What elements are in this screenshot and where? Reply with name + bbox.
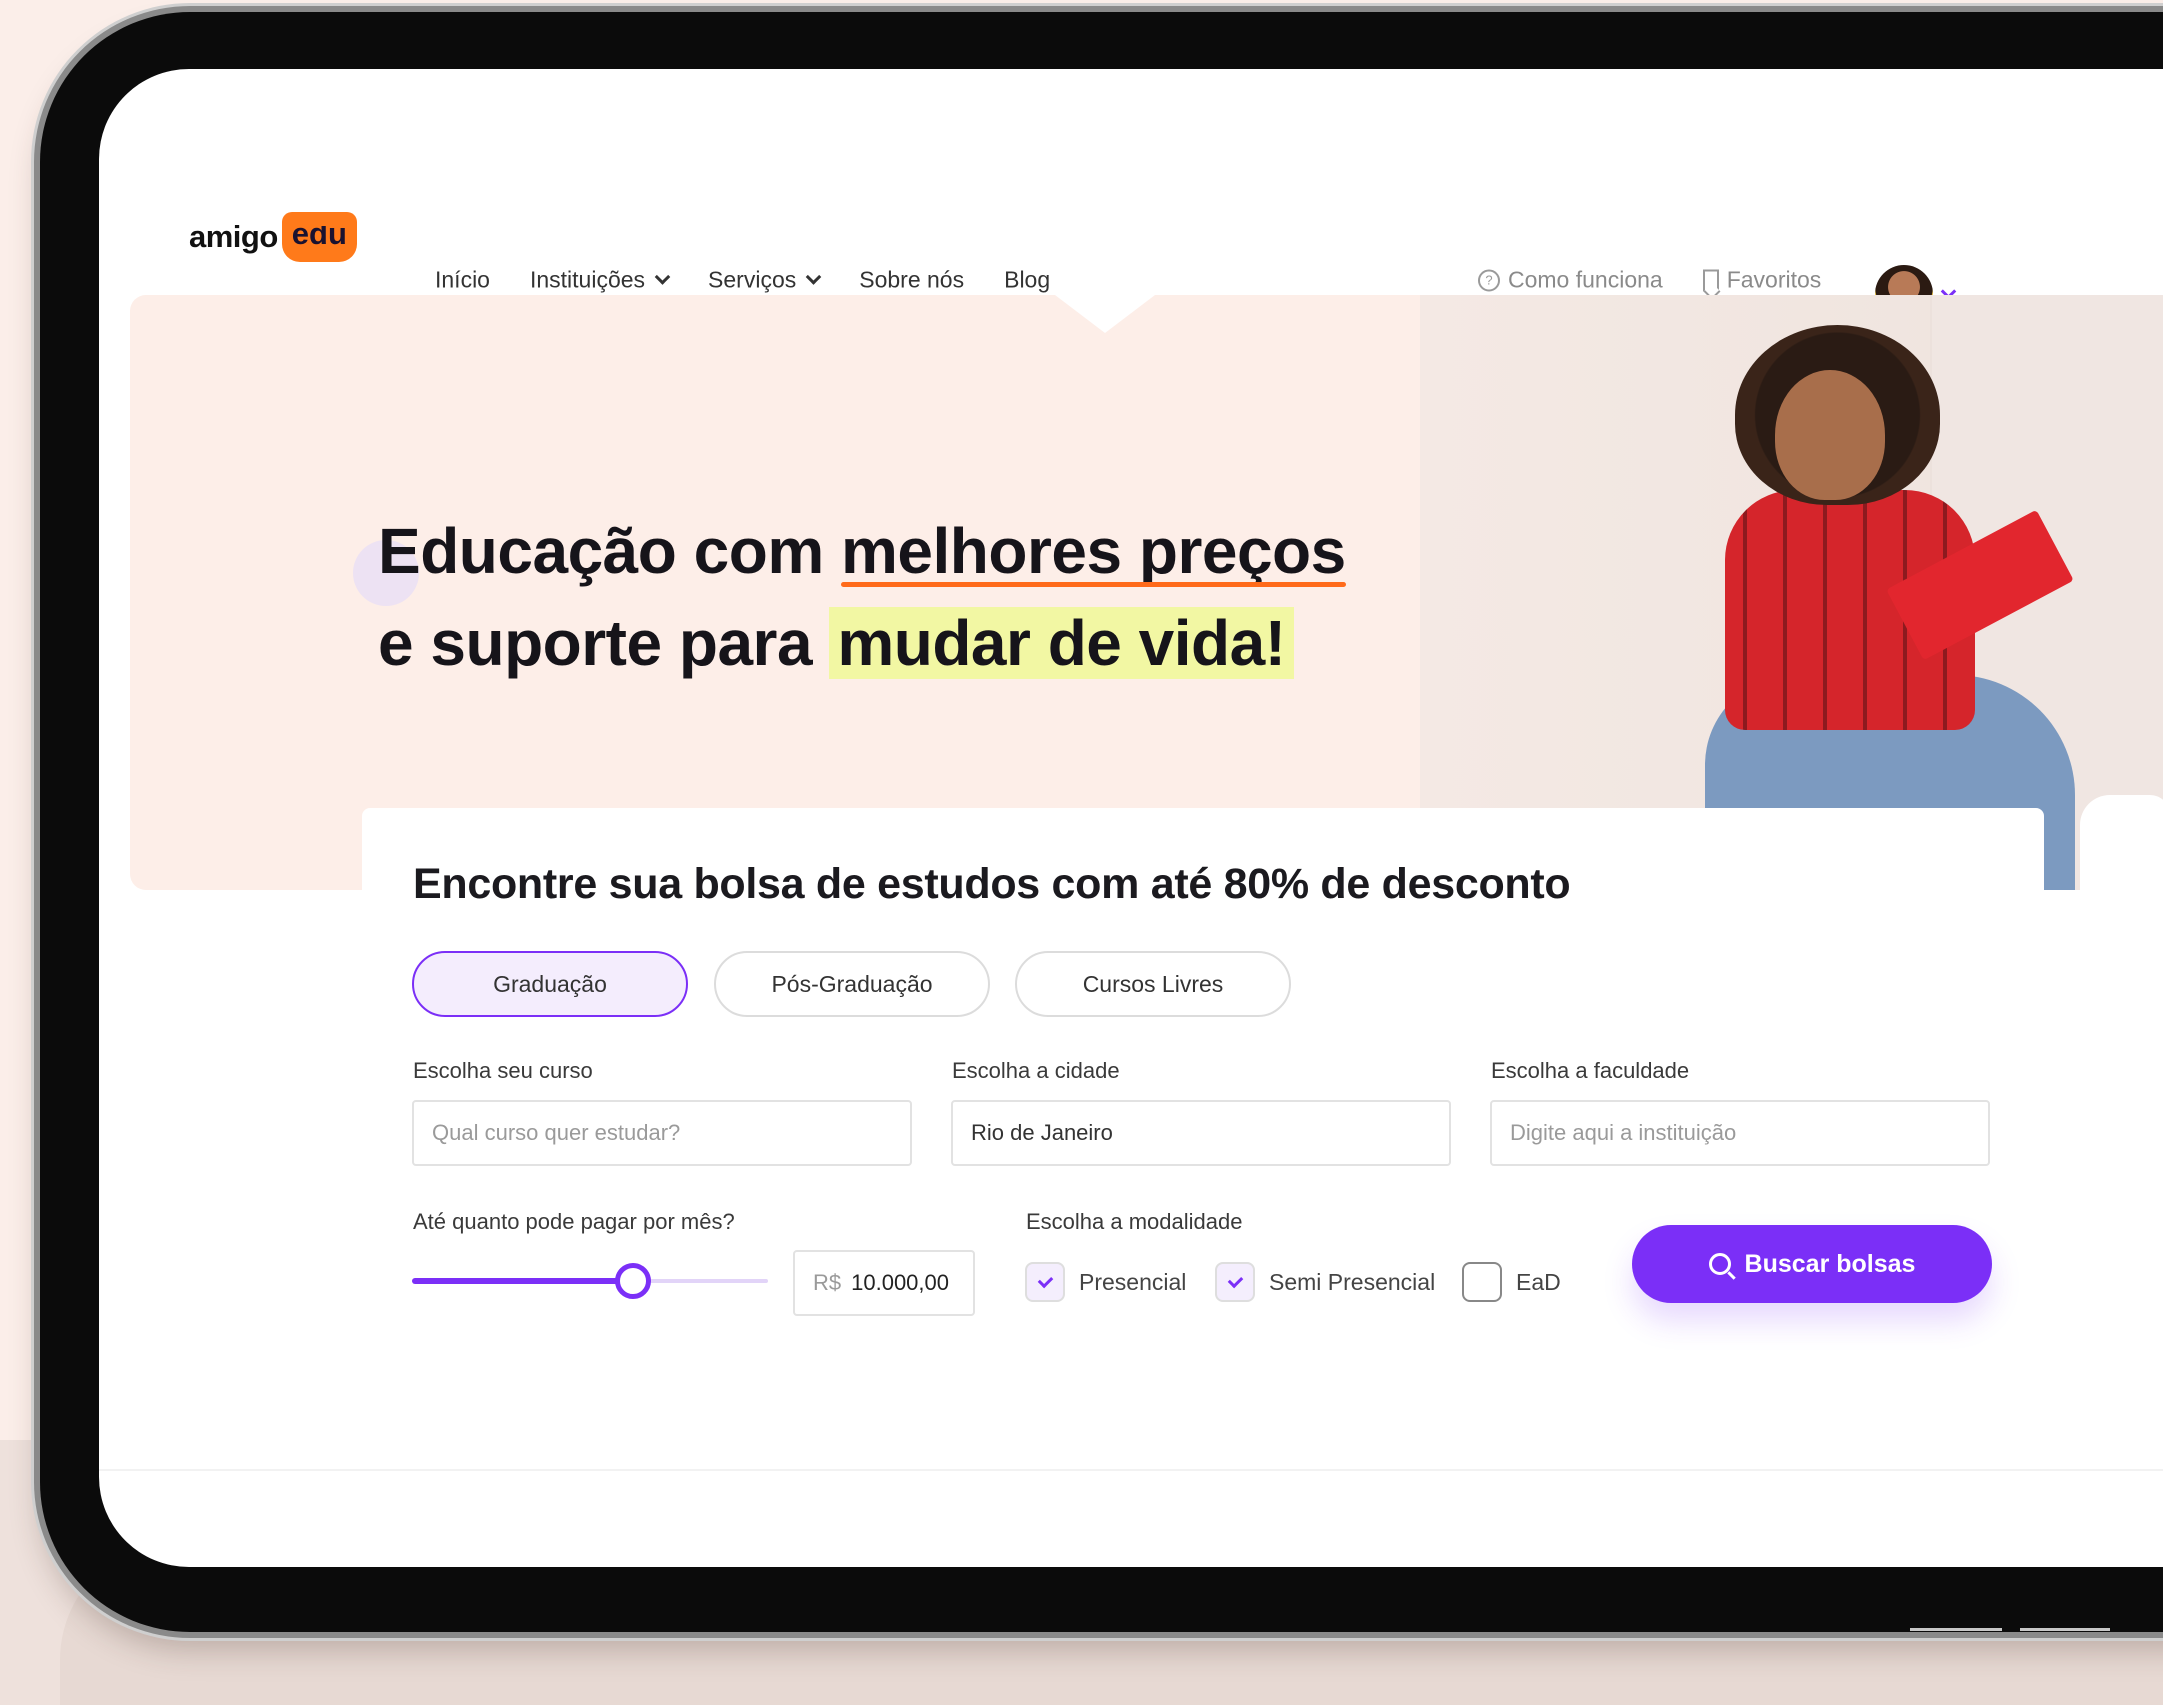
hero-headline: Educação com melhores preços e suporte p… xyxy=(378,505,1346,689)
chevron-down-icon xyxy=(805,269,822,285)
nav-indicator-notch xyxy=(1055,295,1155,333)
device-edge-mark xyxy=(1910,1628,2002,1631)
tab-cursos-livres[interactable]: Cursos Livres xyxy=(1015,951,1291,1017)
nav-instituicoes[interactable]: Instituições xyxy=(529,266,671,294)
nav-servicos[interactable]: Serviços xyxy=(708,266,822,294)
college-input[interactable] xyxy=(1490,1100,1990,1166)
nav-label: Início xyxy=(435,266,490,293)
modality-option-label: EaD xyxy=(1516,1268,1561,1295)
info-icon: ? xyxy=(1478,269,1500,291)
city-input[interactable] xyxy=(951,1100,1451,1166)
hero-photo-student xyxy=(1420,295,2163,890)
nav-sobre-nos[interactable]: Sobre nós xyxy=(859,267,964,294)
price-value: 10.000,00 xyxy=(851,1270,949,1295)
headline-text: Educação com xyxy=(378,515,841,587)
nav-label: Blog xyxy=(1004,266,1051,293)
search-icon xyxy=(1708,1253,1731,1275)
headline-line-1: Educação com melhores preços xyxy=(378,505,1346,597)
headline-text: e suporte para xyxy=(378,607,830,679)
city-label: Escolha a cidade xyxy=(952,1058,1120,1083)
modality-semi-presencial[interactable]: Semi Presencial xyxy=(1215,1262,1435,1302)
nav-label: Sobre nós xyxy=(859,266,965,293)
college-label: Escolha a faculdade xyxy=(1491,1058,1690,1083)
favorites-label: Favoritos xyxy=(1726,266,1822,293)
favorites-link[interactable]: Favoritos xyxy=(1702,266,1822,294)
price-label: Até quanto pode pagar por mês? xyxy=(413,1209,735,1234)
search-scholarships-button[interactable]: Buscar bolsas xyxy=(1632,1225,1992,1303)
course-label: Escolha seu curso xyxy=(413,1058,593,1083)
checkbox-checked[interactable] xyxy=(1215,1262,1255,1302)
headline-line-2: e suporte para mudar de vida! xyxy=(378,597,1346,689)
nav-inicio[interactable]: Início xyxy=(435,267,490,294)
currency-symbol: R$ xyxy=(813,1270,842,1295)
slider-handle[interactable] xyxy=(614,1263,651,1299)
search-button-label: Buscar bolsas xyxy=(1744,1249,1916,1278)
price-slider[interactable] xyxy=(412,1263,768,1299)
how-it-works-label: Como funciona xyxy=(1508,266,1663,293)
screen-footer-divider xyxy=(99,1469,2163,1567)
headline-highlighted: mudar de vida! xyxy=(829,607,1294,679)
logo-text-amigo: amigo xyxy=(189,219,278,254)
device-edge-mark xyxy=(2020,1628,2110,1631)
bookmark-icon xyxy=(1702,269,1719,291)
photo-face xyxy=(1775,370,1885,500)
amigo-edu-logo[interactable]: amigo edu xyxy=(189,207,357,267)
modality-label: Escolha a modalidade xyxy=(1026,1209,1243,1234)
how-it-works-link[interactable]: ? Como funciona xyxy=(1478,267,1663,294)
modality-option-label: Presencial xyxy=(1079,1268,1187,1295)
tab-pos-graduacao[interactable]: Pós-Graduação xyxy=(714,951,990,1017)
modality-presencial[interactable]: Presencial xyxy=(1025,1262,1186,1302)
main-nav: Início Instituições Serviços Sobre nós B… xyxy=(435,267,1050,294)
photo-sneaker xyxy=(2080,795,2163,890)
search-card-title: Encontre sua bolsa de estudos com até 80… xyxy=(413,860,1571,908)
tab-graduacao[interactable]: Graduação xyxy=(412,951,688,1017)
logo-book-edu: edu xyxy=(281,212,357,262)
nav-label: Instituições xyxy=(529,266,646,293)
chevron-down-icon xyxy=(654,269,671,285)
nav-label: Serviços xyxy=(708,266,797,293)
checkbox-checked[interactable] xyxy=(1025,1262,1065,1302)
user-nav: ? Como funciona Favoritos xyxy=(1478,267,1821,294)
course-input[interactable] xyxy=(412,1100,912,1166)
price-input[interactable]: R$ 10.000,00 xyxy=(793,1250,975,1316)
modality-ead[interactable]: EaD xyxy=(1462,1262,1561,1302)
slider-fill xyxy=(412,1278,633,1284)
checkbox-unchecked[interactable] xyxy=(1462,1262,1502,1302)
modality-option-label: Semi Presencial xyxy=(1269,1268,1436,1295)
headline-underlined: melhores preços xyxy=(841,505,1346,597)
nav-blog[interactable]: Blog xyxy=(1004,267,1050,294)
